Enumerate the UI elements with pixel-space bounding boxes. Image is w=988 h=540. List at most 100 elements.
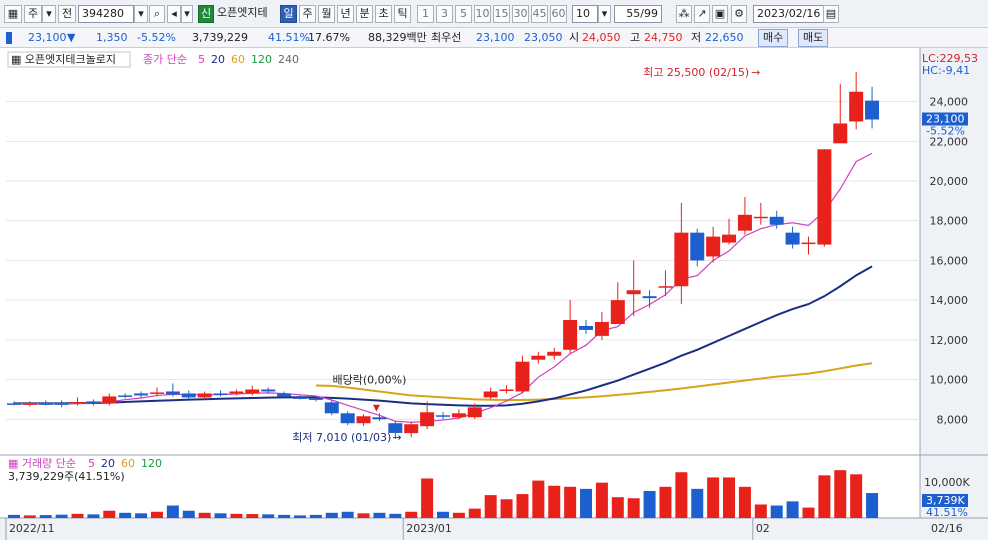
volume-bar [595,482,608,518]
volume-bar [214,513,227,518]
search-icon[interactable]: ⌕ [149,5,165,23]
interval-button-7[interactable]: 60 [550,5,567,23]
quote-low: 22,650 [705,31,744,44]
volume-bar [421,478,434,518]
interval-dropdown[interactable]: ▾ [598,5,611,23]
volume-period-120: 120 [141,457,162,470]
buy-button[interactable]: 매수 [758,29,789,47]
volume-legend: ▦ 거래량 단순 [8,457,76,470]
volume-bar [516,494,529,518]
interval-button-2[interactable]: 5 [455,5,472,23]
volume-bar [278,514,291,518]
type-button[interactable]: 주 [24,5,42,23]
volume-bar [675,472,688,518]
period-tab-3[interactable]: 년 [337,5,354,23]
quote-change-pct: -5.52% [137,31,176,44]
sell-button[interactable]: 매도 [798,29,829,47]
candle-body [753,216,768,219]
count-input[interactable]: 55/99 [614,5,662,23]
stock-name: 오픈엣지테 [217,6,268,19]
volume-period-60: 60 [121,457,135,470]
volume-bar [580,488,593,518]
draw-icon[interactable]: ↗ [694,5,710,23]
period-tab-2[interactable]: 월 [318,5,335,23]
volume-bar [850,474,863,518]
volume-tick-label: 10,000K [924,476,970,489]
period-tab-6[interactable]: 틱 [394,5,411,23]
candle-body [229,391,244,394]
volume-bar [71,513,84,518]
code-dropdown[interactable]: ▾ [134,5,148,23]
candle-body [245,389,260,394]
priority-label: 최우선 [431,31,462,44]
y-tick-label: 12,000 [930,334,969,347]
interval-button-0[interactable]: 1 [417,5,434,23]
prev-button[interactable]: 전 [58,5,76,23]
candle-body [531,355,546,360]
annotation-div: 배당락(0,00%) [332,374,406,387]
type-dropdown[interactable]: ▾ [42,5,56,23]
candle-body [70,401,85,404]
volume-bar [262,514,275,518]
y-tick-label: 8,000 [937,413,969,426]
candle-body [737,214,752,231]
candle-body [149,392,164,394]
period-tab-5[interactable]: 초 [375,5,392,23]
annotation-high: 최고 25,500 (02/15) [643,66,749,79]
interval-button-4[interactable]: 15 [493,5,510,23]
grid-icon[interactable]: ⁂ [676,5,692,23]
candle-body [722,234,737,243]
speaker-dropdown[interactable]: ▾ [181,5,193,23]
volume-bar [341,511,354,518]
quote-vol-ratio: 41.51% [268,31,310,44]
volume-bar [627,498,640,518]
volume-pct-label: 41.51% [926,506,968,519]
interval-button-6[interactable]: 45 [531,5,548,23]
candle-body [118,395,133,397]
candle-body [165,391,180,395]
price-pct-label: -5.52% [926,125,965,138]
quote-bar: 23,100 ▼ 1,350 -5.52% 3,739,229 41.51% 1… [0,28,988,48]
calendar-icon[interactable]: ▤ [823,5,839,23]
candle-body [467,407,482,418]
stock-code-input[interactable]: 394280 [78,5,134,23]
layout-icon[interactable]: ▦ [4,5,22,23]
candle-body [324,402,339,414]
settings-gear-icon[interactable]: ⚙ [731,5,747,23]
volume-bar [23,515,36,518]
interval-button-3[interactable]: 10 [474,5,491,23]
y-tick-label: 18,000 [930,215,969,228]
period-tab-4[interactable]: 분 [356,5,373,23]
speaker-icon[interactable]: ◂ [167,5,181,23]
interval-select[interactable]: 10 [572,5,598,23]
candle-body [642,296,657,299]
blue-marker [6,32,12,44]
volume-bar [103,510,116,518]
save-icon[interactable]: ▣ [712,5,728,23]
candle-body [865,100,880,120]
candle-body [547,351,562,356]
candle-body [308,398,323,400]
candle-body [706,236,721,257]
interval-button-1[interactable]: 3 [436,5,453,23]
candle-body [340,413,355,424]
annotation-low: 최저 7,010 (01/03) [292,431,391,444]
period-tab-0[interactable]: 일 [280,5,297,23]
ma-label: 종가 단순 [143,53,187,66]
date-input[interactable]: 2023/02/16 [753,5,825,23]
volume-bar [373,512,386,518]
x-label: 2023/01 [406,522,452,535]
x-label: 2022/11 [9,522,55,535]
quote-change: 1,350 [96,31,128,44]
x-label: 02 [756,522,770,535]
interval-button-5[interactable]: 30 [512,5,529,23]
candle-body [658,286,673,288]
candle-body [404,424,419,434]
period-tab-1[interactable]: 주 [299,5,316,23]
candle-body [54,403,69,405]
candle-body [420,412,435,427]
quote-amount: 88,329백만 [368,31,427,44]
volume-bar [866,493,879,518]
volume-bar [786,501,799,518]
price-chart[interactable]: 24,00022,00020,00018,00016,00014,00012,0… [0,48,988,540]
